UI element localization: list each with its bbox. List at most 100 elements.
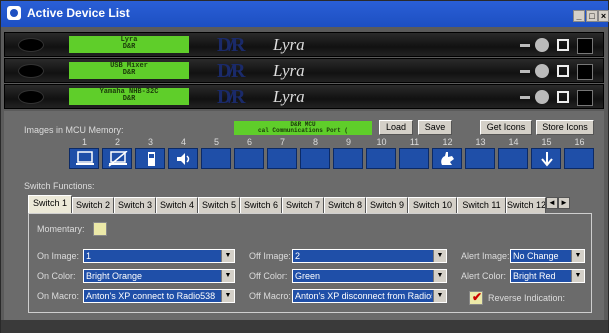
momentary-label: Momentary: [37, 224, 85, 234]
power-icon[interactable] [535, 90, 549, 104]
device-rack-usb-mixer[interactable]: USB Mixer D&R D/R Lyra [4, 58, 604, 83]
load-button[interactable]: Load [379, 120, 413, 135]
save-button[interactable]: Save [418, 120, 452, 135]
image-slot-14[interactable] [498, 148, 528, 169]
tab-switch-5[interactable]: Switch 5 [198, 197, 240, 213]
image-slot-7[interactable] [267, 148, 297, 169]
on-image-select[interactable]: 1 ▼ [83, 249, 235, 263]
tab-switch-9[interactable]: Switch 9 [366, 197, 408, 213]
image-slot-12[interactable] [432, 148, 462, 169]
window-icon[interactable] [557, 91, 569, 103]
window-icon[interactable] [557, 39, 569, 51]
chevron-down-icon: ▼ [433, 270, 446, 282]
lcd-line2: cal Communications Port ( [257, 127, 348, 134]
power-icon[interactable] [535, 38, 549, 52]
rack-led [577, 38, 593, 54]
tab-switch-10[interactable]: Switch 10 [408, 197, 457, 213]
off-color-label: Off Color: [249, 271, 288, 281]
slot-number: 14 [508, 137, 519, 147]
on-color-select[interactable]: Bright Orange ▼ [83, 269, 235, 283]
chevron-down-icon: ▼ [221, 290, 234, 302]
image-slot-15[interactable] [531, 148, 561, 169]
momentary-checkbox[interactable] [93, 222, 107, 236]
device-lcd: USB Mixer D&R [69, 62, 189, 79]
images-label: Images in MCU Memory: [24, 125, 124, 135]
select-value: Anton's XP disconnect from Radio5 [295, 291, 432, 301]
chevron-down-icon: ▼ [571, 250, 584, 262]
alert-color-select[interactable]: Bright Red ▼ [510, 269, 585, 283]
switch-tab-body: Momentary: On Image: 1 ▼ On Color: Bright… [28, 213, 592, 313]
select-value: Bright Orange [86, 271, 143, 281]
chevron-down-icon: ▼ [433, 290, 446, 302]
on-macro-select[interactable]: Anton's XP connect to Radio538 ▼ [83, 289, 235, 303]
slot-number: 11 [409, 137, 420, 147]
image-slot-4[interactable] [168, 148, 198, 169]
select-value: Green [295, 271, 321, 281]
select-value: Bright Red [513, 271, 556, 281]
alert-image-label: Alert Image: [461, 251, 510, 261]
minimize-button[interactable]: _ [573, 10, 585, 22]
image-slot-10[interactable] [366, 148, 396, 169]
slot-number: 15 [541, 137, 552, 147]
close-button[interactable]: × [598, 10, 609, 22]
power-icon[interactable] [535, 64, 549, 78]
lyra-brand: Lyra [273, 35, 305, 54]
lcd-line2: D&R [122, 43, 136, 51]
image-slot-9[interactable] [333, 148, 363, 169]
tab-switch-1[interactable]: Switch 1 [28, 195, 72, 213]
mcu-panel: Images in MCU Memory: D&R MCU cal Communi… [4, 111, 604, 320]
dr-logo: D/R [217, 86, 246, 108]
image-slot-16[interactable] [564, 148, 594, 169]
device-list-window: Active Device List _ □ × Lyra D&R D/R Lyr… [0, 0, 609, 333]
on-color-label: On Color: [37, 271, 76, 281]
image-slot-2[interactable] [102, 148, 132, 169]
minus-icon [520, 44, 530, 47]
tab-scroll-left-icon[interactable]: ◄ [546, 197, 558, 209]
window-icon[interactable] [557, 65, 569, 77]
image-slot-1[interactable] [69, 148, 99, 169]
tab-switch-11[interactable]: Switch 11 [457, 197, 506, 213]
tab-switch-8[interactable]: Switch 8 [324, 197, 366, 213]
chevron-down-icon: ▼ [221, 270, 234, 282]
off-macro-label: Off Macro: [249, 291, 291, 301]
image-slot-6[interactable] [234, 148, 264, 169]
lyra-brand: Lyra [273, 61, 305, 80]
get-icons-button[interactable]: Get Icons [480, 120, 532, 135]
lcd-line2: D&R [122, 95, 136, 103]
reverse-indication-checkbox[interactable]: ✔ [469, 290, 483, 305]
tab-switch-2[interactable]: Switch 2 [72, 197, 114, 213]
image-slot-13[interactable] [465, 148, 495, 169]
tab-switch-4[interactable]: Switch 4 [156, 197, 198, 213]
dr-logo: D/R [217, 60, 246, 82]
slot-number: 13 [475, 137, 486, 147]
off-macro-select[interactable]: Anton's XP disconnect from Radio5 ▼ [292, 289, 447, 303]
checkmark-icon: ✔ [472, 290, 483, 304]
image-slot-3[interactable] [135, 148, 165, 169]
switch-functions-label: Switch Functions: [24, 181, 95, 191]
image-slot-5[interactable] [201, 148, 231, 169]
tab-switch-3[interactable]: Switch 3 [114, 197, 156, 213]
status-bar [1, 320, 608, 333]
device-rack-yamaha[interactable]: Yamaha NHB-32C D&R D/R Lyra [4, 84, 604, 109]
tab-switch-6[interactable]: Switch 6 [240, 197, 282, 213]
mcu-lcd: D&R MCU cal Communications Port ( [234, 121, 372, 135]
off-image-label: Off Image: [249, 251, 291, 261]
title-bar[interactable]: Active Device List _ □ × [1, 1, 609, 27]
image-slot-8[interactable] [300, 148, 330, 169]
maximize-button[interactable]: □ [586, 10, 598, 22]
lyra-brand: Lyra [273, 87, 305, 106]
off-image-select[interactable]: 2 ▼ [292, 249, 447, 263]
alert-image-select[interactable]: No Change ▼ [510, 249, 585, 263]
image-slot-11[interactable] [399, 148, 429, 169]
device-lcd: Lyra D&R [69, 36, 189, 53]
off-color-select[interactable]: Green ▼ [292, 269, 447, 283]
on-image-label: On Image: [37, 251, 80, 261]
store-icons-button[interactable]: Store Icons [536, 120, 594, 135]
device-rack-lyra[interactable]: Lyra D&R D/R Lyra [4, 32, 604, 57]
tab-switch-7[interactable]: Switch 7 [282, 197, 324, 213]
tab-scroll-right-icon[interactable]: ► [558, 197, 570, 209]
tab-switch-12[interactable]: Switch 12 [506, 197, 546, 213]
slot-number: 10 [376, 137, 387, 147]
minus-icon [520, 96, 530, 99]
slot-number: 2 [114, 137, 120, 147]
